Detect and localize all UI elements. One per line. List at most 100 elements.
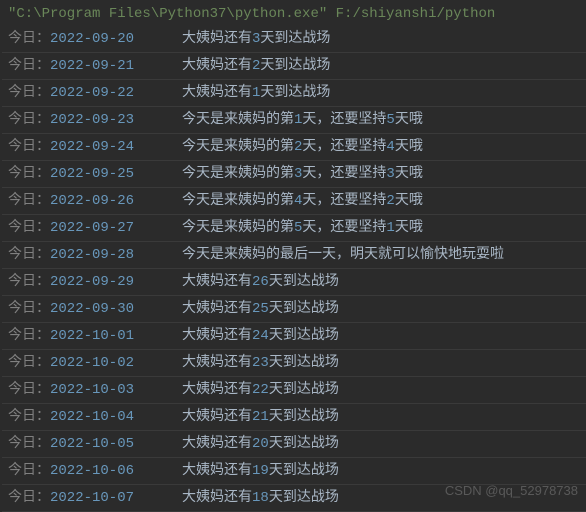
row-date: 2022-09-22 xyxy=(50,85,134,101)
row-text: 大姨妈还有 xyxy=(182,355,252,371)
row-number: 18 xyxy=(252,490,269,506)
row-text: 天到达战场 xyxy=(269,328,339,344)
row-text: 天哦 xyxy=(395,139,423,155)
output-row: 今日：2022-09-21大姨妈还有2天到达战场 xyxy=(2,53,586,80)
row-number: 21 xyxy=(252,409,269,425)
row-text: 今天是来姨妈的第 xyxy=(182,220,294,236)
row-text: 大姨妈还有 xyxy=(182,490,252,506)
row-text: 今天是来姨妈的第 xyxy=(182,112,294,128)
output-row: 今日：2022-10-06 大姨妈还有19天到达战场 xyxy=(2,458,586,485)
row-number: 1 xyxy=(386,220,394,236)
row-text: 天到达战场 xyxy=(269,355,339,371)
row-text: 天到达战场 xyxy=(269,274,339,290)
console-output: "C:\Program Files\Python37\python.exe" F… xyxy=(0,0,586,512)
row-text: 大姨妈还有 xyxy=(182,409,252,425)
output-row: 今日：2022-09-28 今天是来姨妈的最后一天，明天就可以愉快地玩耍啦 xyxy=(2,242,586,269)
row-number: 23 xyxy=(252,355,269,371)
row-prefix: 今日： xyxy=(8,85,50,101)
output-row: 今日：2022-09-25今天是来姨妈的第3天，还要坚持3天哦 xyxy=(2,161,586,188)
row-number: 20 xyxy=(252,436,269,452)
row-date: 2022-09-21 xyxy=(50,58,134,74)
row-prefix: 今日： xyxy=(8,490,50,506)
row-text: 天哦 xyxy=(395,112,423,128)
row-prefix: 今日： xyxy=(8,382,50,398)
row-date: 2022-10-06 xyxy=(50,463,134,479)
row-text: 天到达战场 xyxy=(269,463,339,479)
row-text: 天哦 xyxy=(395,193,423,209)
row-number: 2 xyxy=(386,193,394,209)
row-text: 天，还要坚持 xyxy=(302,139,386,155)
row-text: 大姨妈还有 xyxy=(182,58,252,74)
row-text: 天，还要坚持 xyxy=(302,193,386,209)
row-number: 4 xyxy=(386,139,394,155)
row-text: 天到达战场 xyxy=(269,436,339,452)
output-row: 今日：2022-09-23今天是来姨妈的第1天，还要坚持5天哦 xyxy=(2,107,586,134)
row-prefix: 今日： xyxy=(8,247,50,263)
row-prefix: 今日： xyxy=(8,193,50,209)
watermark: CSDN @qq_52978738 xyxy=(445,483,578,498)
row-number: 25 xyxy=(252,301,269,317)
row-prefix: 今日： xyxy=(8,139,50,155)
row-date: 2022-10-02 xyxy=(50,355,134,371)
row-text: 天，还要坚持 xyxy=(302,112,386,128)
row-number: 24 xyxy=(252,328,269,344)
row-text: 天哦 xyxy=(395,220,423,236)
row-text: 今天是来姨妈的最后一天，明天就可以愉快地玩耍啦 xyxy=(182,247,504,263)
output-row: 今日：2022-09-26今天是来姨妈的第4天，还要坚持2天哦 xyxy=(2,188,586,215)
row-text: 大姨妈还有 xyxy=(182,382,252,398)
output-row: 今日：2022-10-05大姨妈还有20天到达战场 xyxy=(2,431,586,458)
row-prefix: 今日： xyxy=(8,328,50,344)
row-text: 天哦 xyxy=(395,166,423,182)
row-text: 天，还要坚持 xyxy=(302,166,386,182)
output-rows: 今日：2022-09-20大姨妈还有3天到达战场今日：2022-09-21大姨妈… xyxy=(2,26,586,512)
output-row: 今日：2022-09-22大姨妈还有1天到达战场 xyxy=(2,80,586,107)
row-prefix: 今日： xyxy=(8,220,50,236)
row-prefix: 今日： xyxy=(8,409,50,425)
row-text: 今天是来姨妈的第 xyxy=(182,139,294,155)
row-number: 5 xyxy=(386,112,394,128)
row-prefix: 今日： xyxy=(8,112,50,128)
row-date: 2022-10-03 xyxy=(50,382,134,398)
output-row: 今日：2022-10-04大姨妈还有21天到达战场 xyxy=(2,404,586,431)
row-text: 天，还要坚持 xyxy=(302,220,386,236)
output-row: 今日：2022-09-30 大姨妈还有25天到达战场 xyxy=(2,296,586,323)
row-date: 2022-09-29 xyxy=(50,274,134,290)
row-text: 天到达战场 xyxy=(260,85,330,101)
row-date: 2022-09-24 xyxy=(50,139,134,155)
row-text: 今天是来姨妈的第 xyxy=(182,166,294,182)
row-text: 天到达战场 xyxy=(269,382,339,398)
output-row: 今日：2022-10-02 大姨妈还有23天到达战场 xyxy=(2,350,586,377)
row-prefix: 今日： xyxy=(8,31,50,47)
command-line: "C:\Program Files\Python37\python.exe" F… xyxy=(2,2,586,26)
row-prefix: 今日： xyxy=(8,355,50,371)
row-date: 2022-09-27 xyxy=(50,220,134,236)
row-date: 2022-10-05 xyxy=(50,436,134,452)
row-text: 大姨妈还有 xyxy=(182,274,252,290)
row-text: 天到达战场 xyxy=(269,490,339,506)
row-text: 大姨妈还有 xyxy=(182,85,252,101)
row-text: 天到达战场 xyxy=(269,301,339,317)
row-text: 天到达战场 xyxy=(260,58,330,74)
row-text: 大姨妈还有 xyxy=(182,463,252,479)
row-prefix: 今日： xyxy=(8,301,50,317)
row-number: 26 xyxy=(252,274,269,290)
row-number: 3 xyxy=(386,166,394,182)
row-prefix: 今日： xyxy=(8,166,50,182)
row-text: 天到达战场 xyxy=(269,409,339,425)
row-date: 2022-10-07 xyxy=(50,490,134,506)
row-date: 2022-09-25 xyxy=(50,166,134,182)
row-date: 2022-10-01 xyxy=(50,328,134,344)
output-row: 今日：2022-09-20大姨妈还有3天到达战场 xyxy=(2,26,586,53)
row-text: 天到达战场 xyxy=(260,31,330,47)
row-text: 今天是来姨妈的第 xyxy=(182,193,294,209)
row-text: 大姨妈还有 xyxy=(182,301,252,317)
row-number: 19 xyxy=(252,463,269,479)
row-prefix: 今日： xyxy=(8,58,50,74)
row-date: 2022-09-28 xyxy=(50,247,134,263)
row-date: 2022-09-26 xyxy=(50,193,134,209)
row-text: 大姨妈还有 xyxy=(182,328,252,344)
row-date: 2022-09-30 xyxy=(50,301,134,317)
output-row: 今日：2022-10-03大姨妈还有22天到达战场 xyxy=(2,377,586,404)
row-prefix: 今日： xyxy=(8,463,50,479)
row-date: 2022-09-20 xyxy=(50,31,134,47)
